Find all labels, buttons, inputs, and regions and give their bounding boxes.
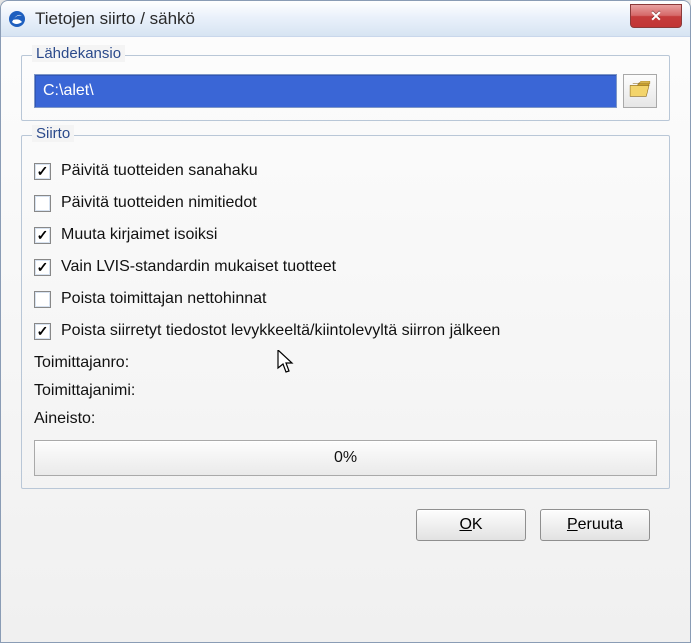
browse-button[interactable] [623, 74, 657, 108]
checkbox-update-names[interactable] [34, 195, 51, 212]
transfer-legend: Siirto [32, 125, 74, 142]
checkbox-lvis-only[interactable] [34, 259, 51, 276]
title-bar: Tietojen siirto / sähkö ✕ [1, 1, 690, 37]
button-row: OK Peruuta [21, 503, 670, 541]
cancel-button[interactable]: Peruuta [540, 509, 650, 541]
checkbox-label: Poista toimittajan nettohinnat [61, 290, 266, 308]
close-button[interactable]: ✕ [630, 4, 682, 28]
ok-button-label: OK [459, 516, 482, 534]
checkbox-label: Päivitä tuotteiden sanahaku [61, 162, 258, 180]
source-folder-group: Lähdekansio [21, 55, 670, 121]
checkbox-label: Päivitä tuotteiden nimitiedot [61, 194, 257, 212]
checkbox-label: Muuta kirjaimet isoiksi [61, 226, 217, 244]
check-row-4: Poista toimittajan nettohinnat [34, 290, 657, 308]
material-label: Aineisto: [34, 410, 657, 428]
checkbox-uppercase[interactable] [34, 227, 51, 244]
check-row-2: Muuta kirjaimet isoiksi [34, 226, 657, 244]
check-row-1: Päivitä tuotteiden nimitiedot [34, 194, 657, 212]
supplier-name-label: Toimittajanimi: [34, 382, 657, 400]
window-title: Tietojen siirto / sähkö [35, 9, 195, 29]
app-icon [7, 9, 27, 29]
checkbox-label: Vain LVIS-standardin mukaiset tuotteet [61, 258, 336, 276]
ok-button[interactable]: OK [416, 509, 526, 541]
client-area: Lähdekansio Siirto Päivi [1, 37, 690, 553]
transfer-group: Siirto Päivitä tuotteiden sanahaku Päivi… [21, 135, 670, 489]
source-path-input[interactable] [34, 74, 617, 108]
cancel-button-label: Peruuta [567, 516, 623, 534]
progress-text: 0% [334, 449, 357, 467]
source-path-row [34, 74, 657, 108]
checkbox-label: Poista siirretyt tiedostot levykkeeltä/k… [61, 322, 500, 340]
check-row-5: Poista siirretyt tiedostot levykkeeltä/k… [34, 322, 657, 340]
dialog-window: Tietojen siirto / sähkö ✕ Lähdekansio [0, 0, 691, 643]
check-row-3: Vain LVIS-standardin mukaiset tuotteet [34, 258, 657, 276]
checkbox-update-word-search[interactable] [34, 163, 51, 180]
checkbox-delete-after-transfer[interactable] [34, 323, 51, 340]
check-row-0: Päivitä tuotteiden sanahaku [34, 162, 657, 180]
folder-icon [629, 81, 651, 102]
checkbox-remove-net-prices[interactable] [34, 291, 51, 308]
progress-bar: 0% [34, 440, 657, 476]
source-folder-legend: Lähdekansio [32, 45, 125, 62]
supplier-number-label: Toimittajanro: [34, 354, 657, 372]
close-icon: ✕ [650, 8, 662, 25]
